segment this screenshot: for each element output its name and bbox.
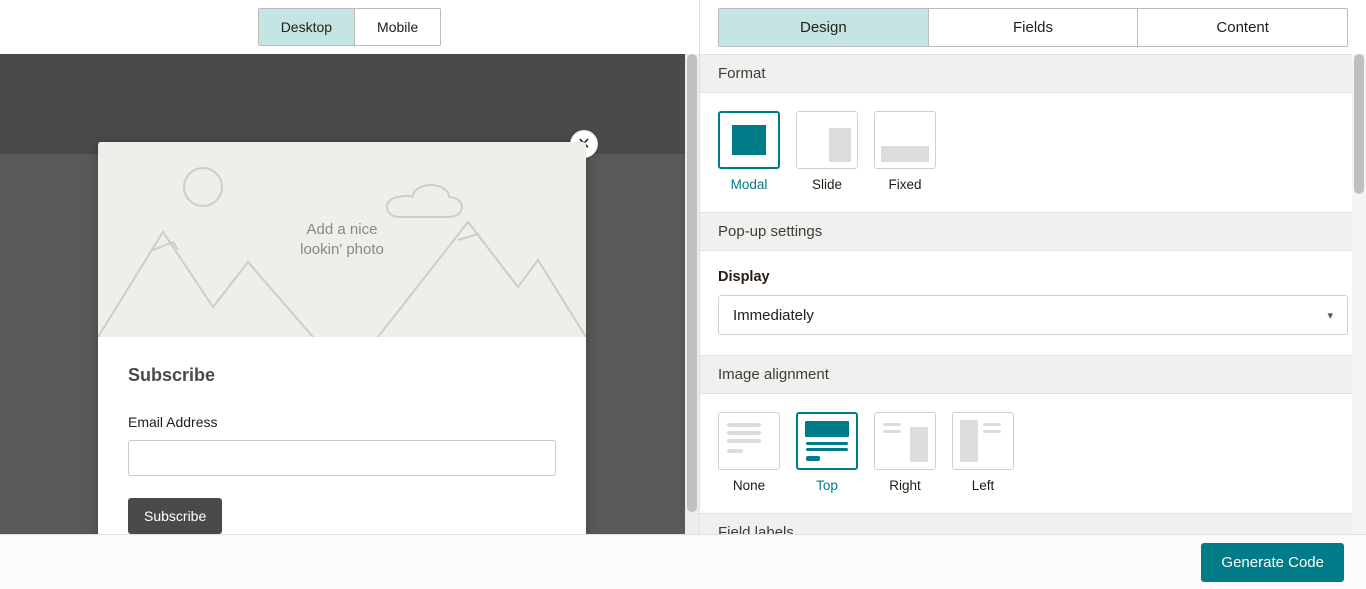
- preview-scroll-thumb[interactable]: [687, 54, 697, 512]
- alignment-options-row: None Top Right: [718, 412, 1348, 493]
- tab-design[interactable]: Design: [719, 9, 928, 46]
- tab-content[interactable]: Content: [1137, 9, 1347, 46]
- format-fixed-label: Fixed: [888, 177, 921, 192]
- section-popup-settings-header: Pop-up settings: [700, 212, 1366, 251]
- preview-stage: ✕ Add a nice lookin' photo: [0, 54, 699, 534]
- align-option-none: None: [718, 412, 780, 493]
- format-slide-label: Slide: [812, 177, 842, 192]
- display-select-value: Immediately: [733, 307, 814, 324]
- placeholder-line-1: Add a nice: [300, 219, 384, 239]
- format-modal-tile[interactable]: [718, 111, 780, 169]
- format-options-row: Modal Slide Fixed: [718, 111, 1348, 192]
- popup-email-input[interactable]: [128, 440, 556, 476]
- section-popup-settings-body: Display Immediately ▾: [700, 251, 1366, 355]
- popup-submit-button[interactable]: Subscribe: [128, 498, 222, 534]
- popup-email-label: Email Address: [128, 414, 556, 430]
- format-fixed-tile[interactable]: [874, 111, 936, 169]
- section-format-body: Modal Slide Fixed: [700, 93, 1366, 212]
- align-top-tile[interactable]: [796, 412, 858, 470]
- section-field-labels-header: Field labels: [700, 513, 1366, 534]
- tab-fields[interactable]: Fields: [928, 9, 1138, 46]
- settings-pane: Design Fields Content Format Modal Slide: [700, 0, 1366, 534]
- align-left-label: Left: [972, 478, 995, 493]
- popup-preview: ✕ Add a nice lookin' photo: [98, 142, 586, 534]
- align-right-label: Right: [889, 478, 921, 493]
- align-none-label: None: [733, 478, 765, 493]
- preview-pane: Desktop Mobile ✕: [0, 0, 700, 534]
- main-tabs: Design Fields Content: [700, 0, 1366, 54]
- align-option-left: Left: [952, 412, 1014, 493]
- preview-scrollbar[interactable]: [685, 54, 699, 534]
- device-tabs: Desktop Mobile: [0, 0, 699, 54]
- format-slide-tile[interactable]: [796, 111, 858, 169]
- main-tabs-segmented: Design Fields Content: [718, 8, 1348, 47]
- footer-bar: Generate Code: [0, 534, 1366, 589]
- generate-code-button[interactable]: Generate Code: [1201, 543, 1344, 582]
- display-select[interactable]: Immediately ▾: [718, 295, 1348, 335]
- placeholder-text: Add a nice lookin' photo: [300, 219, 384, 260]
- settings-scroll-thumb[interactable]: [1354, 54, 1364, 194]
- popup-body: Subscribe Email Address Subscribe: [98, 337, 586, 534]
- format-option-modal: Modal: [718, 111, 780, 192]
- align-right-tile[interactable]: [874, 412, 936, 470]
- align-left-tile[interactable]: [952, 412, 1014, 470]
- align-none-tile[interactable]: [718, 412, 780, 470]
- display-label: Display: [718, 269, 1348, 285]
- section-image-alignment-header: Image alignment: [700, 355, 1366, 394]
- chevron-down-icon: ▾: [1327, 309, 1333, 322]
- settings-scroll-area: Format Modal Slide Fixed: [700, 54, 1366, 534]
- format-option-fixed: Fixed: [874, 111, 936, 192]
- placeholder-line-2: lookin' photo: [300, 240, 384, 260]
- device-segmented-control: Desktop Mobile: [258, 8, 442, 46]
- settings-scrollbar[interactable]: [1352, 54, 1366, 534]
- align-option-right: Right: [874, 412, 936, 493]
- format-option-slide: Slide: [796, 111, 858, 192]
- device-desktop-button[interactable]: Desktop: [259, 9, 354, 45]
- format-modal-label: Modal: [731, 177, 768, 192]
- section-image-alignment-body: None Top Right: [700, 394, 1366, 513]
- section-format-header: Format: [700, 54, 1366, 93]
- popup-title: Subscribe: [128, 365, 556, 386]
- align-top-label: Top: [816, 478, 838, 493]
- device-mobile-button[interactable]: Mobile: [354, 9, 440, 45]
- popup-image-placeholder[interactable]: Add a nice lookin' photo: [98, 142, 586, 337]
- align-option-top: Top: [796, 412, 858, 493]
